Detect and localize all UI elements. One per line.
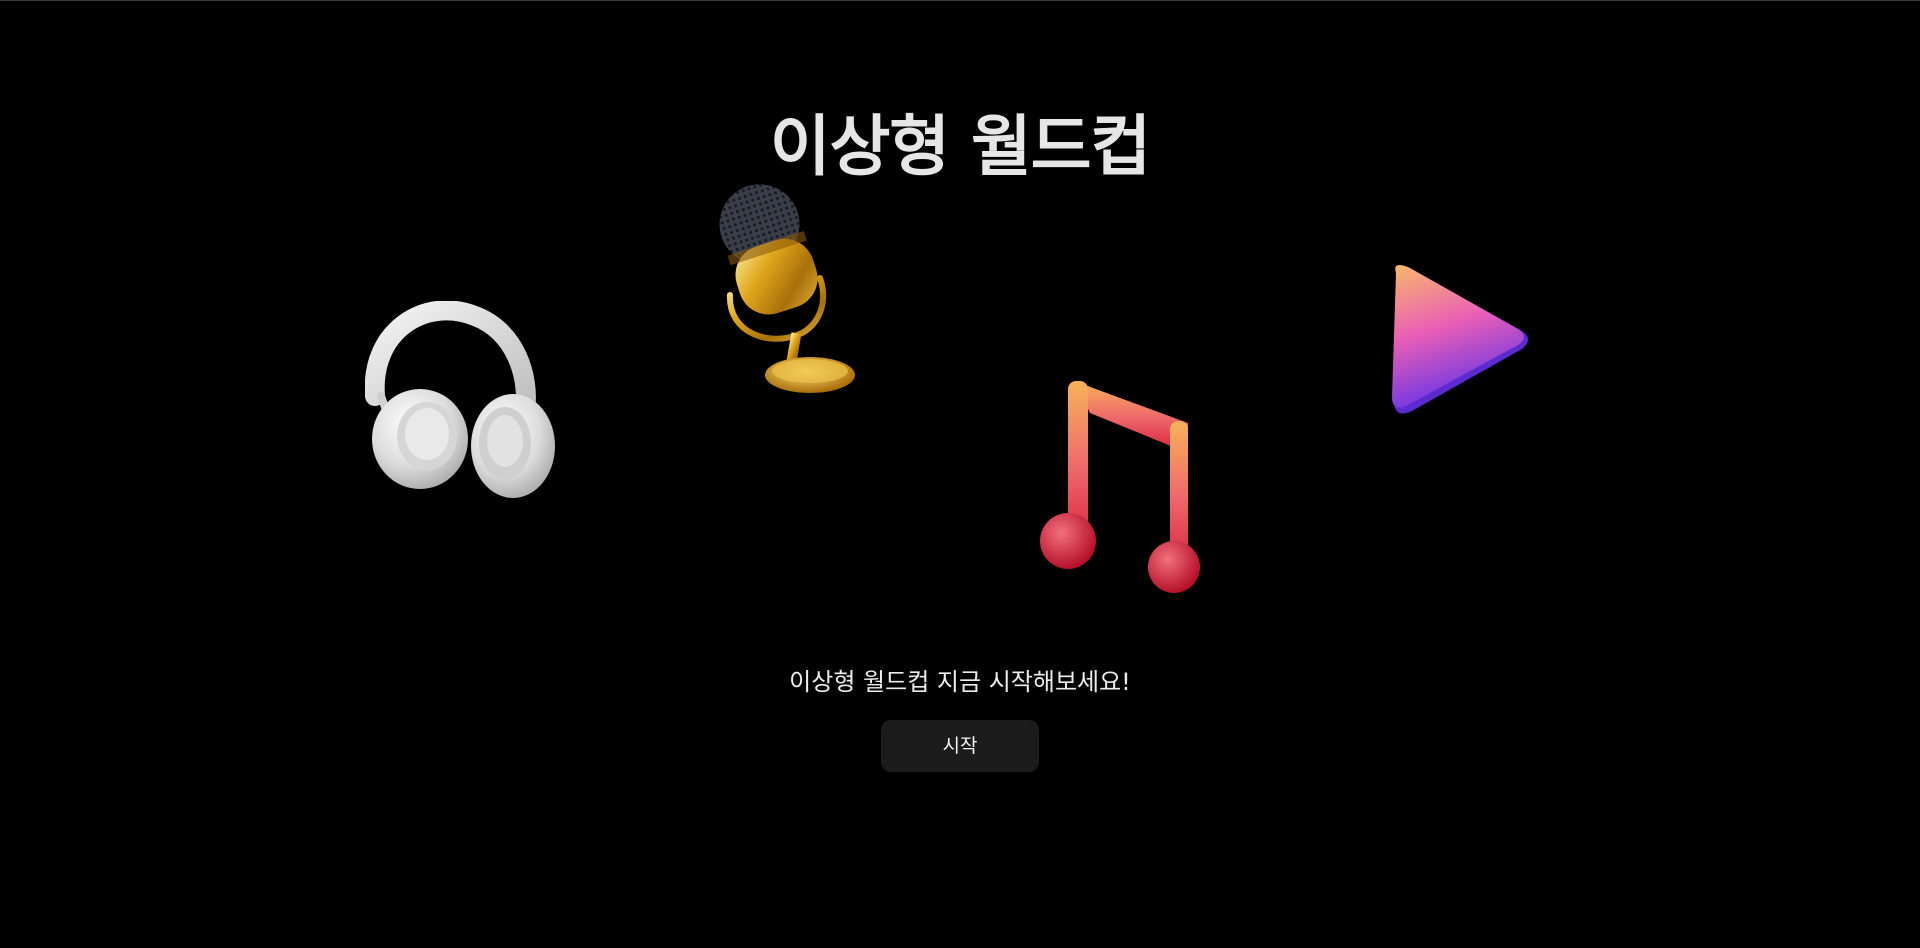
start-button[interactable]: 시작: [881, 720, 1039, 772]
page-title: 이상형 월드컵: [769, 108, 1151, 186]
start-page: 이상형 월드컵 이상형 월드컵 지금 시작해보세요! 시작: [0, 0, 1920, 948]
microphone-icon: [719, 184, 855, 393]
start-prompt-text: 이상형 월드컵 지금 시작해보세요!: [789, 668, 1131, 696]
music-note-icon: [1040, 381, 1200, 593]
headphones-icon: [365, 301, 555, 498]
play-icon: [1392, 265, 1528, 414]
